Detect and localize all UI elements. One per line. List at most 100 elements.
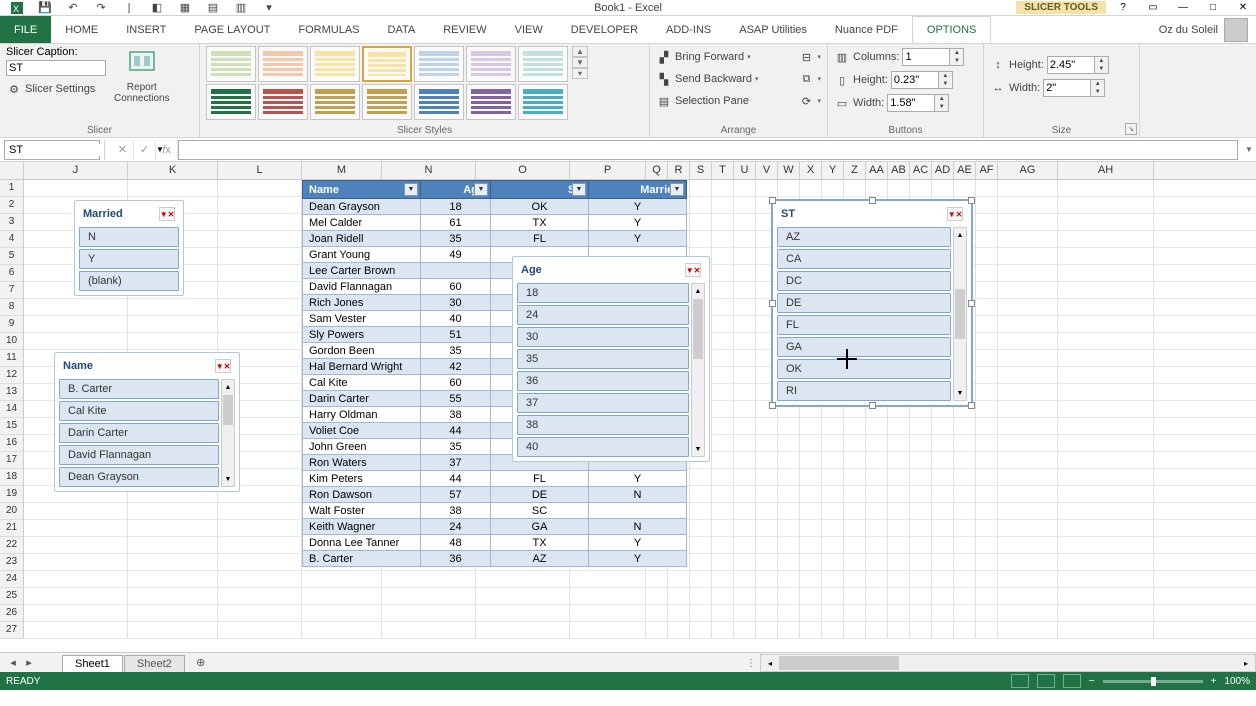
row-header[interactable]: 16 [0,435,23,452]
tab-review[interactable]: REVIEW [429,16,500,43]
slicer-item[interactable]: Darin Carter [59,423,219,443]
col-header[interactable]: J [24,162,128,179]
table-cell[interactable]: SC [491,503,589,519]
row-header[interactable]: 9 [0,316,23,333]
undo-icon[interactable]: ↶ [60,1,86,15]
slicer-style-gallery[interactable] [206,46,568,120]
row-header[interactable]: 2 [0,197,23,214]
row-header[interactable]: 11 [0,350,23,367]
zoom-slider[interactable] [1103,680,1203,683]
table-cell[interactable]: Ron Waters [303,455,421,471]
table-cell[interactable]: 60 [421,375,491,391]
table-cell[interactable]: 36 [421,551,491,567]
row-header[interactable]: 18 [0,469,23,486]
slicer-scrollbar[interactable]: ▲▼ [691,283,705,457]
col-header[interactable]: K [128,162,218,179]
slicer-item[interactable]: GA [777,337,951,357]
table-cell[interactable]: Rich Jones [303,295,421,311]
size-height-input[interactable]: ▲▼ [1047,56,1109,74]
table-cell[interactable]: Sly Powers [303,327,421,343]
col-header[interactable]: S [690,162,712,179]
clear-filter-icon[interactable]: ▼✕ [215,359,231,373]
ribbon-display-icon[interactable]: ▭ [1140,1,1166,15]
col-header[interactable]: AF [976,162,998,179]
slicer-caption-input[interactable] [6,60,106,76]
slicer-item[interactable]: CA [777,249,951,269]
table-cell[interactable]: FL [491,471,589,487]
group-button[interactable]: ⧉▾ [798,68,821,90]
row-header[interactable]: 25 [0,588,23,605]
table-cell[interactable]: Voliet Coe [303,423,421,439]
qat-btn-3[interactable]: ▤ [200,1,226,15]
tab-insert[interactable]: INSERT [112,16,180,43]
table-cell[interactable]: Walt Foster [303,503,421,519]
sheet-nav[interactable]: ◂▸ [0,656,42,669]
row-header[interactable]: 21 [0,520,23,537]
slicer-item[interactable]: Y [79,249,179,269]
selection-pane-button[interactable]: ▤Selection Pane [656,90,749,112]
size-launcher-icon[interactable]: ↘ [1125,123,1137,135]
row-header[interactable]: 15 [0,418,23,435]
gallery-more-button[interactable]: ▲▼▾ [572,46,588,79]
slicer-married[interactable]: Married▼✕ NY(blank) [74,200,184,296]
table-cell[interactable]: 38 [421,407,491,423]
tab-page-layout[interactable]: PAGE LAYOUT [180,16,284,43]
view-break-icon[interactable] [1063,674,1081,688]
row-header[interactable]: 10 [0,333,23,350]
table-cell[interactable]: 44 [421,423,491,439]
align-button[interactable]: ⊟▾ [798,46,821,68]
table-header[interactable]: ST▼ [491,181,589,199]
col-header[interactable]: AA [866,162,888,179]
table-cell[interactable]: Darin Carter [303,391,421,407]
user-account[interactable]: Oz du Soleil [1151,16,1256,43]
col-header[interactable]: Q [646,162,668,179]
table-cell[interactable]: Y [589,199,687,215]
col-header[interactable]: R [668,162,690,179]
row-header[interactable]: 14 [0,401,23,418]
excel-icon[interactable]: X [4,1,30,15]
tab-developer[interactable]: DEVELOPER [557,16,652,43]
qat-more[interactable]: ▾ [256,1,282,15]
row-header[interactable]: 12 [0,367,23,384]
table-cell[interactable]: Y [589,551,687,567]
table-cell[interactable]: 51 [421,327,491,343]
col-header[interactable]: V [756,162,778,179]
table-header[interactable]: Age▼ [421,181,491,199]
table-cell[interactable]: Harry Oldman [303,407,421,423]
row-header[interactable]: 20 [0,503,23,520]
tab-view[interactable]: VIEW [501,16,557,43]
redo-icon[interactable]: ↷ [88,1,114,15]
slicer-item[interactable]: DE [777,293,951,313]
table-cell[interactable]: GA [491,519,589,535]
slicer-item[interactable]: 24 [517,305,689,325]
col-header[interactable]: AD [932,162,954,179]
slicer-name[interactable]: Name▼✕ B. CarterCal KiteDarin CarterDavi… [54,352,240,492]
slicer-item[interactable]: RI [777,381,951,401]
table-cell[interactable]: Ron Dawson [303,487,421,503]
slicer-item[interactable]: DC [777,271,951,291]
col-header[interactable]: P [570,162,646,179]
row-header[interactable]: 17 [0,452,23,469]
worksheet-grid[interactable]: JKLMNOPQRSTUVWXYZAAABACADAEAFAGAH 123456… [0,162,1256,652]
slicer-st[interactable]: ST▼✕ AZCADCDEFLGAOKRI ▲▼ [772,200,972,406]
table-cell[interactable]: Hal Bernard Wright [303,359,421,375]
clear-filter-icon[interactable]: ▼✕ [159,207,175,221]
horizontal-scrollbar[interactable]: ◂▸ [760,654,1256,672]
send-backward-button[interactable]: ▚Send Backward▾ [656,68,759,90]
table-cell[interactable]: Lee Carter Brown [303,263,421,279]
select-all-corner[interactable] [0,162,24,179]
table-cell[interactable] [421,263,491,279]
sheet-tab[interactable]: Sheet1 [62,655,123,672]
slicer-item[interactable]: FL [777,315,951,335]
tab-home[interactable]: HOME [51,16,112,43]
filter-dropdown-icon[interactable]: ▼ [474,183,488,196]
slicer-settings-button[interactable]: ⚙ Slicer Settings [6,78,106,100]
tab-options[interactable]: OPTIONS [912,16,992,43]
zoom-level[interactable]: 100% [1224,676,1250,687]
bring-forward-button[interactable]: ▞Bring Forward▾ [656,46,751,68]
slicer-item[interactable]: N [79,227,179,247]
slicer-item[interactable]: 37 [517,393,689,413]
tab-file[interactable]: FILE [0,16,51,43]
slicer-scrollbar[interactable]: ▲▼ [953,227,967,401]
row-header[interactable]: 13 [0,384,23,401]
